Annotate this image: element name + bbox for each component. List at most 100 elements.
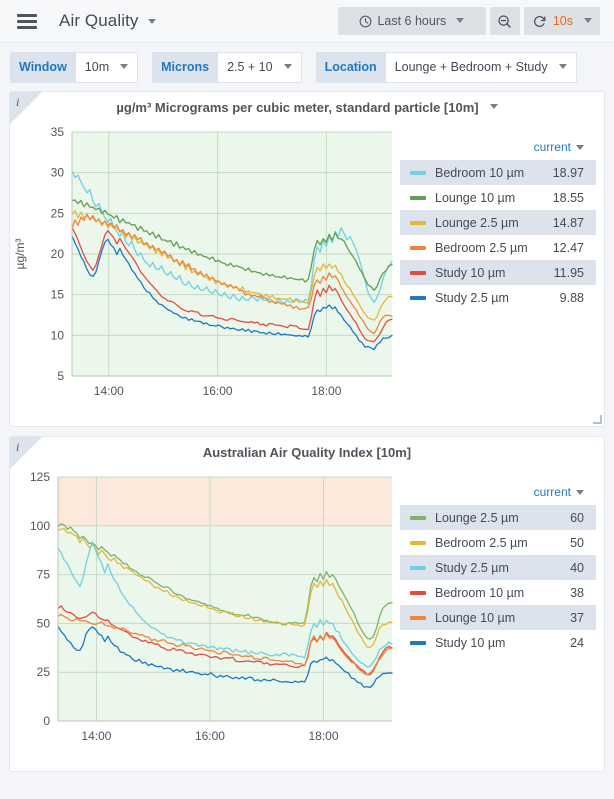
y-axis-tick-label: 0 bbox=[43, 714, 50, 728]
legend-item[interactable]: Study 2.5 µm 40 bbox=[400, 555, 596, 580]
legend-particulate-matter: current Bedroom 10 µm 18.97 Lounge 10 µm 18… bbox=[400, 122, 604, 417]
legend-color-swatch bbox=[410, 615, 426, 620]
legend-color-swatch bbox=[410, 515, 426, 520]
legend-series-value: 50 bbox=[570, 535, 584, 550]
x-axis-tick-label: 18:00 bbox=[309, 729, 339, 743]
panel-title-text: Australian Air Quality Index [10m] bbox=[202, 444, 412, 460]
chart-particulate-matter[interactable]: 5 10 15 20 25 30 35 14:00 16:00 18:00 µg/m³ bbox=[10, 122, 400, 417]
clock-icon bbox=[359, 15, 372, 28]
time-range-picker[interactable]: Last 6 hours bbox=[337, 7, 486, 35]
legend-series-name: Lounge 10 µm bbox=[435, 610, 516, 625]
x-axis-tick-label: 18:00 bbox=[311, 384, 341, 398]
legend-series-name: Lounge 2.5 µm bbox=[435, 510, 519, 525]
legend-series-value: 18.55 bbox=[552, 190, 584, 205]
legend-item[interactable]: Bedroom 10 µm 38 bbox=[400, 580, 596, 605]
legend-series-name: Lounge 2.5 µm bbox=[435, 215, 519, 230]
legend-series-value: 60 bbox=[570, 510, 584, 525]
legend-series-name: Bedroom 2.5 µm bbox=[435, 240, 528, 255]
legend-header-text: current bbox=[533, 140, 571, 154]
chevron-down-icon bbox=[283, 64, 292, 69]
x-axis-tick-label: 14:00 bbox=[81, 729, 111, 743]
y-axis-tick-label: 15 bbox=[51, 288, 65, 302]
threshold-band bbox=[58, 477, 392, 526]
x-axis-tick-label: 16:00 bbox=[203, 384, 233, 398]
variable-window-label: Window bbox=[10, 51, 76, 83]
legend-color-swatch bbox=[410, 295, 426, 300]
refresh-picker[interactable]: 10s bbox=[523, 7, 600, 35]
legend-item[interactable]: Study 2.5 µm 9.88 bbox=[400, 285, 596, 310]
y-axis-tick-label: 25 bbox=[51, 206, 65, 220]
panel-particulate-matter: i µg/m³ Micrograms per cubic meter, stan… bbox=[9, 91, 605, 427]
legend-color-swatch bbox=[410, 195, 426, 200]
legend-rows: Bedroom 10 µm 18.97 Lounge 10 µm 18.55 Loung… bbox=[400, 160, 596, 310]
legend-item[interactable]: Lounge 2.5 µm 14.87 bbox=[400, 210, 596, 235]
y-axis-tick-label: 125 bbox=[30, 470, 50, 484]
panel-corner-decoration bbox=[10, 92, 42, 124]
chevron-down-icon bbox=[558, 64, 567, 69]
chevron-down-icon bbox=[584, 18, 592, 23]
legend-series-name: Bedroom 10 µm bbox=[435, 585, 525, 600]
y-axis-tick-label: 50 bbox=[37, 616, 51, 630]
legend-item[interactable]: Bedroom 2.5 µm 50 bbox=[400, 530, 596, 555]
legend-item[interactable]: Lounge 10 µm 37 bbox=[400, 605, 596, 630]
panel-title-particulate-matter[interactable]: µg/m³ Micrograms per cubic meter, standa… bbox=[10, 92, 604, 122]
legend-color-swatch bbox=[410, 565, 426, 570]
magnifier-minus-icon bbox=[497, 14, 512, 29]
x-axis-tick-label: 14:00 bbox=[94, 384, 124, 398]
variable-microns-value[interactable]: 2.5 + 10 bbox=[218, 51, 302, 83]
legend-series-value: 40 bbox=[570, 560, 584, 575]
chevron-down-icon bbox=[576, 144, 584, 150]
y-axis-tick-label: 5 bbox=[57, 369, 64, 383]
chevron-down-icon bbox=[576, 489, 584, 495]
legend-air-quality-index: current Lounge 2.5 µm 60 Bedroom 2.5 µm 50 S… bbox=[400, 467, 604, 762]
navbar-actions: Last 6 hours 10s bbox=[337, 7, 606, 35]
legend-color-swatch bbox=[410, 170, 426, 175]
chevron-down-icon bbox=[489, 104, 498, 109]
legend-header-current[interactable]: current bbox=[400, 485, 596, 505]
refresh-interval-label: 10s bbox=[552, 14, 573, 28]
legend-item[interactable]: Study 10 µm 11.95 bbox=[400, 260, 596, 285]
legend-item[interactable]: Lounge 2.5 µm 60 bbox=[400, 505, 596, 530]
legend-series-value: 14.87 bbox=[552, 215, 584, 230]
legend-series-value: 9.88 bbox=[559, 290, 584, 305]
info-icon[interactable]: i bbox=[16, 95, 19, 110]
variable-microns-value-text: 2.5 + 10 bbox=[227, 60, 273, 74]
chart-air-quality-index[interactable]: 0 25 50 75 100 125 14:00 16:00 18:00 bbox=[10, 467, 400, 762]
zoom-out-button[interactable] bbox=[489, 7, 520, 35]
refresh-icon[interactable] bbox=[532, 14, 547, 29]
legend-series-value: 38 bbox=[570, 585, 584, 600]
variable-location-value[interactable]: Lounge + Bedroom + Study bbox=[385, 51, 577, 83]
variable-location: Location Lounge + Bedroom + Study bbox=[315, 51, 577, 83]
legend-item[interactable]: Study 10 µm 24 bbox=[400, 630, 596, 655]
y-axis-tick-label: 10 bbox=[51, 328, 65, 342]
variable-location-value-text: Lounge + Bedroom + Study bbox=[394, 60, 548, 74]
y-axis-tick-label: 30 bbox=[51, 166, 65, 180]
variable-microns: Microns 2.5 + 10 bbox=[152, 51, 302, 83]
y-axis-title: µg/m³ bbox=[13, 239, 27, 270]
legend-series-name: Lounge 10 µm bbox=[435, 190, 516, 205]
panel-title-air-quality-index[interactable]: Australian Air Quality Index [10m] bbox=[10, 437, 604, 467]
panel-air-quality-index: i Australian Air Quality Index [10m] 0 25… bbox=[9, 436, 605, 772]
variable-microns-label: Microns bbox=[152, 51, 219, 83]
legend-series-name: Study 10 µm bbox=[435, 635, 506, 650]
legend-series-value: 37 bbox=[570, 610, 584, 625]
variable-window-value[interactable]: 10m bbox=[75, 51, 139, 83]
legend-header-current[interactable]: current bbox=[400, 140, 596, 160]
legend-series-value: 24 bbox=[570, 635, 584, 650]
panel-resize-handle[interactable] bbox=[593, 415, 602, 424]
legend-color-swatch bbox=[410, 640, 426, 645]
dashboard-title[interactable]: Air Quality bbox=[59, 11, 157, 31]
top-navbar: Air Quality Last 6 hours 10s bbox=[0, 0, 614, 43]
legend-series-name: Study 10 µm bbox=[435, 265, 506, 280]
dashboard-title-text: Air Quality bbox=[59, 11, 139, 30]
legend-item[interactable]: Bedroom 10 µm 18.97 bbox=[400, 160, 596, 185]
info-icon[interactable]: i bbox=[16, 440, 19, 455]
y-axis-tick-label: 100 bbox=[30, 519, 50, 533]
panel-body: 5 10 15 20 25 30 35 14:00 16:00 18:00 µg/m³ curren… bbox=[10, 122, 604, 417]
legend-color-swatch bbox=[410, 270, 426, 275]
legend-series-name: Study 2.5 µm bbox=[435, 560, 509, 575]
legend-item[interactable]: Bedroom 2.5 µm 12.47 bbox=[400, 235, 596, 260]
legend-series-name: Bedroom 10 µm bbox=[435, 165, 525, 180]
legend-item[interactable]: Lounge 10 µm 18.55 bbox=[400, 185, 596, 210]
hamburger-menu-icon[interactable] bbox=[14, 10, 40, 32]
